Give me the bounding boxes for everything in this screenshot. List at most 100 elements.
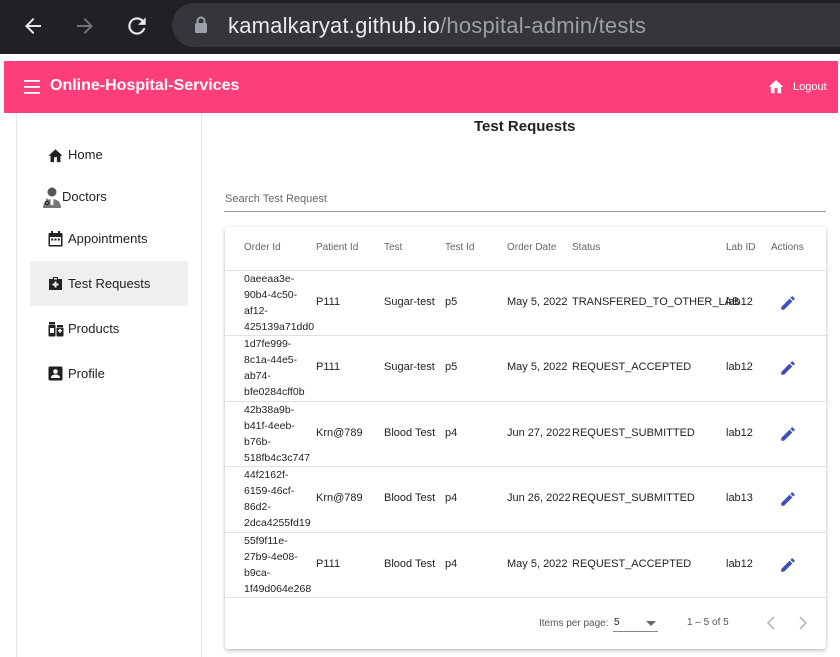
order-id-line: 6159-46cf-	[244, 485, 295, 498]
sidebar-item-label: Doctors	[62, 189, 107, 204]
column-header-test-id[interactable]: Test Id	[445, 242, 474, 253]
column-header-order-id[interactable]: Order Id	[244, 242, 281, 253]
test-id-cell: p4	[445, 557, 458, 570]
column-header-test[interactable]: Test	[384, 242, 402, 253]
order-id-line: 27b9-4e08-	[244, 550, 298, 563]
forward-arrow-icon	[77, 18, 93, 34]
reload-button[interactable]	[121, 10, 153, 42]
lab-id-cell: lab12	[726, 557, 753, 570]
order-id-line: bfe0284cff0b	[244, 386, 305, 399]
order-id-line: 2dca4255fd19	[244, 517, 311, 530]
products-icon	[47, 320, 64, 337]
edit-button[interactable]	[778, 555, 798, 575]
order-date-cell: May 5, 2022	[507, 296, 568, 308]
order-id-cell: 42b38a9b-b41f-4eeb-b76b- 518fb4c3c747	[244, 402, 310, 466]
sidebar-item-label: Home	[68, 147, 103, 162]
edit-button[interactable]	[778, 358, 798, 378]
column-header-status[interactable]: Status	[572, 242, 600, 253]
reload-icon	[128, 17, 146, 35]
test-id-cell: p4	[445, 492, 458, 505]
back-button[interactable]	[17, 10, 49, 42]
test-cell: Sugar-test	[384, 361, 435, 374]
order-id-line: 55f9f11e-	[244, 534, 288, 547]
url-host: kamalkaryat.github.io	[228, 13, 441, 38]
test-id-cell: p5	[445, 361, 458, 374]
order-date-cell: Jun 27, 2022	[507, 426, 571, 439]
order-id-line: 44f2162f-	[244, 469, 289, 482]
lab-id-cell: lab13	[726, 492, 753, 505]
profile-icon	[47, 365, 64, 382]
doctor-icon	[41, 186, 63, 208]
table-row: 55f9f11e- 27b9-4e08- b9ca- 1f49d064e268 P111…	[225, 531, 826, 597]
status-cell: REQUEST_ACCEPTED	[572, 557, 692, 570]
menu-icon[interactable]	[24, 80, 42, 94]
order-date-cell: May 5, 2022	[507, 557, 568, 570]
test-id-cell: p5	[445, 296, 458, 308]
sidebar-item-products[interactable]: Products	[30, 306, 188, 351]
test-id-cell: p4	[445, 426, 458, 439]
pencil-icon	[781, 427, 795, 441]
search-input[interactable]	[224, 188, 826, 210]
patient-id-cell: P111	[316, 296, 341, 308]
edit-button[interactable]	[778, 424, 798, 444]
column-header-actions: Actions	[771, 242, 804, 253]
lock-icon	[195, 16, 207, 33]
order-id-line: 1f49d064e268	[244, 582, 312, 595]
pencil-icon	[781, 557, 795, 572]
pencil-icon	[781, 361, 795, 376]
table-row: 1d7fe999- 8c1a-44e5- ab74- bfe0284cff0b P111…	[225, 335, 826, 400]
url-path: /hospital-admin/tests	[440, 13, 647, 38]
paginator-range-label: 1 – 5 of 5	[687, 617, 729, 628]
order-id-line: 86d2-	[244, 501, 271, 514]
patient-id-cell: Krn@789	[316, 426, 363, 439]
forward-button[interactable]	[69, 10, 101, 42]
home-icon[interactable]	[767, 78, 785, 94]
address-bar[interactable]: kamalkaryat.github.io/hospital-admin/tes…	[172, 3, 840, 47]
logout-link[interactable]: Logout	[793, 81, 827, 93]
order-id-line: 1d7fe999-	[244, 338, 292, 351]
edit-button[interactable]	[778, 293, 798, 313]
previous-page-button[interactable]	[761, 613, 781, 633]
home-icon	[47, 146, 64, 163]
sidebar-item-test-requests[interactable]: Test Requests	[30, 261, 188, 306]
status-cell: REQUEST_ACCEPTED	[572, 361, 692, 374]
column-header-lab-id[interactable]: Lab ID	[726, 242, 755, 253]
patient-id-cell: Krn@789	[316, 492, 363, 505]
chevron-left-icon	[766, 616, 775, 630]
status-cell: TRANSFERED_TO_OTHER_LAB	[572, 296, 740, 308]
order-date-cell: May 5, 2022	[507, 361, 568, 374]
table-row: 42b38a9b-b41f-4eeb-b76b- 518fb4c3c747 Krn@…	[225, 400, 826, 466]
browser-toolbar: kamalkaryat.github.io/hospital-admin/tes…	[0, 0, 840, 54]
next-page-button[interactable]	[793, 613, 813, 633]
edit-button[interactable]	[778, 489, 798, 509]
sidebar-item-label: Test Requests	[68, 276, 151, 291]
order-date-cell: Jun 26, 2022	[507, 492, 571, 505]
calendar-icon	[47, 230, 64, 247]
order-id-line: b9ca-	[244, 566, 271, 579]
app-header: Online-Hospital-Services Logout	[4, 61, 838, 113]
test-requests-table: Order Id Patient Id Test Test Id Order D…	[225, 227, 826, 649]
sidebar-item-profile[interactable]: Profile	[30, 351, 188, 396]
order-id-line: 42b38a9b-	[244, 403, 295, 416]
order-id-line: 0aeeaa3e-	[244, 273, 295, 285]
page-gap	[0, 54, 840, 61]
medical-kit-icon	[47, 275, 64, 292]
test-cell: Blood Test	[384, 492, 436, 505]
order-id-line: ab74-	[244, 370, 271, 383]
back-arrow-icon	[25, 18, 41, 34]
column-header-patient-id[interactable]: Patient Id	[316, 242, 358, 253]
order-id-line: 518fb4c3c747	[244, 451, 310, 464]
search-field	[224, 188, 826, 212]
order-id-cell: 44f2162f- 6159-46cf- 86d2- 2dca4255fd19	[244, 467, 311, 531]
column-header-order-date[interactable]: Order Date	[507, 242, 556, 253]
order-id-cell: 55f9f11e- 27b9-4e08- b9ca- 1f49d064e268	[244, 533, 311, 597]
order-id-line: 8c1a-44e5-	[244, 354, 298, 367]
items-per-page-select[interactable]: 5	[613, 610, 658, 632]
sidebar-item-home[interactable]: Home	[30, 132, 188, 177]
sidebar-item-appointments[interactable]: Appointments	[30, 216, 188, 261]
sidebar-item-doctors[interactable]: Doctors	[30, 174, 188, 219]
order-id-line: af12-	[244, 305, 268, 317]
dropdown-arrow-icon	[646, 621, 656, 626]
page-title: Test Requests	[474, 118, 576, 135]
items-per-page-value: 5	[614, 617, 620, 628]
